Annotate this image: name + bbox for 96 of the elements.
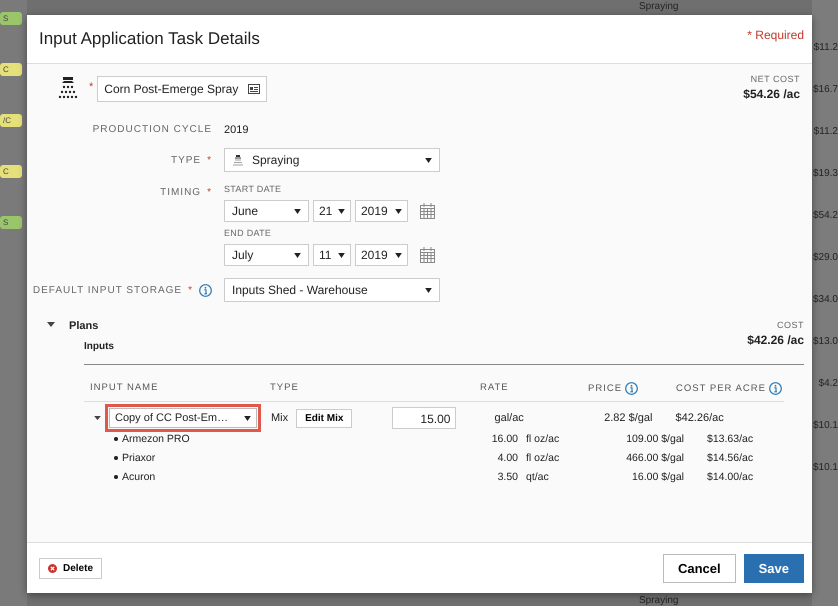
required-mark: * [207, 187, 212, 198]
cost-cell: $14.56/ac [707, 452, 754, 464]
background-text: $16.7 [812, 84, 838, 95]
type-dropdown[interactable]: Spraying [224, 148, 440, 172]
background-text: $19.3 [812, 168, 838, 179]
column-header: INPUT NAME [90, 382, 160, 395]
background-text: $34.0 [812, 294, 838, 305]
year-dropdown[interactable]: 2019 [355, 200, 408, 222]
background-text: Spraying [639, 595, 680, 606]
column-header: PRICE [588, 383, 622, 394]
field-label: DEFAULT INPUT STORAGE [32, 284, 182, 296]
required-mark: * [89, 81, 94, 93]
info-icon[interactable] [768, 382, 782, 395]
close-circle-icon [48, 564, 57, 572]
status-tag: S [0, 216, 22, 229]
bullet-icon [114, 456, 118, 460]
end-date-label: END DATE [224, 228, 272, 238]
caret-icon [294, 208, 301, 214]
unit-cell-text: fl oz/ac [526, 452, 560, 464]
background-text: $54.2 [812, 210, 838, 221]
background-text: $10.1 [812, 420, 838, 431]
card-icon [248, 84, 260, 94]
bullet-icon [114, 436, 118, 440]
day-dropdown[interactable]: 21 [313, 200, 351, 222]
net-cost-value: $54.26 /ac [743, 87, 800, 101]
inputs-heading: Inputs [84, 341, 114, 352]
info-icon[interactable] [199, 284, 212, 296]
required-note: * Required [747, 28, 804, 42]
column-header: COST PER ACRE [676, 383, 766, 394]
field-label: PRODUCTION CYCLE [92, 124, 212, 135]
unit-cell-text: gal/ac [494, 412, 525, 424]
cost-cell: $14.00/ac [707, 470, 754, 482]
caret-icon [338, 252, 345, 258]
task-name-field[interactable]: Corn Post-Emerge Spray [97, 76, 268, 102]
cost-label: COST [776, 320, 804, 330]
status-tag: C [0, 165, 22, 178]
storage-dropdown[interactable]: Inputs Shed - Warehouse [224, 278, 440, 302]
caret-icon [425, 158, 432, 162]
edit-mix-button[interactable]: Edit Mix [296, 408, 352, 428]
calendar-icon[interactable] [420, 247, 435, 263]
plans-heading[interactable]: Plans [69, 320, 98, 332]
bullet-icon [114, 474, 118, 478]
production-cycle-value: 2019 [224, 124, 248, 136]
cost-cell: $13.63/ac [707, 432, 754, 444]
background-text: Spraying [639, 1, 680, 12]
input-name-cell-text: Acuron [122, 470, 156, 482]
price-cell-text: 466.00 $/gal [625, 452, 684, 464]
rate-input[interactable]: 15.00 [392, 407, 456, 429]
required-mark: * [188, 284, 193, 296]
caret-icon [395, 252, 402, 258]
field-label: TIMING [160, 187, 202, 198]
year-dropdown[interactable]: 2019 [355, 244, 408, 266]
status-tag: /C [0, 114, 22, 127]
input-name-cell-text: Armezon PRO [122, 432, 191, 444]
start-date-label: START DATE [224, 184, 282, 194]
rate-cell-text: 16.00 [490, 432, 518, 444]
caret-icon [395, 208, 402, 214]
sprayer-icon [232, 154, 244, 166]
background-text: $11.2 [814, 126, 838, 137]
calendar-icon[interactable] [420, 203, 435, 219]
caret-icon [338, 208, 345, 214]
required-mark: * [207, 154, 212, 166]
delete-button[interactable]: Delete [39, 558, 102, 578]
status-tag: S [0, 12, 22, 25]
caret-icon [294, 252, 301, 258]
net-cost-label: NET COST [750, 74, 800, 84]
background-text: $10.1 [812, 462, 838, 473]
cancel-button[interactable]: Cancel [662, 554, 736, 582]
price-cell-text: 2.82 $/gal [603, 412, 652, 424]
background-text: $11.2 [814, 42, 838, 53]
rate-cell-text: 4.00 [496, 452, 518, 464]
field-label: TYPE [170, 154, 202, 166]
collapse-caret-icon[interactable] [47, 322, 55, 328]
month-dropdown[interactable]: June [224, 200, 309, 222]
price-cell-text: 109.00 $/gal [625, 432, 684, 444]
unit-cell-text: qt/ac [526, 470, 550, 482]
type-cell: Mix [271, 412, 288, 424]
day-dropdown[interactable]: 11 [313, 244, 351, 266]
info-icon[interactable] [625, 382, 638, 395]
caret-icon [244, 416, 251, 420]
month-dropdown[interactable]: July [224, 244, 309, 266]
cost-value: $42.26 /ac [747, 333, 804, 347]
cost-cell: $42.26/ac [675, 412, 724, 424]
status-tag: C [0, 63, 22, 76]
price-cell-text: 16.00 $/gal [631, 470, 684, 482]
background-text: $29.0 [812, 252, 838, 263]
column-header: RATE [479, 382, 510, 395]
column-header: TYPE [270, 382, 300, 395]
rate-cell-text: 3.50 [496, 470, 518, 482]
background-text: $4.2 [818, 378, 838, 389]
caret-icon [425, 288, 432, 292]
background-text: $13.0 [812, 336, 838, 347]
unit-cell-text: fl oz/ac [526, 432, 560, 444]
save-button[interactable]: Save [744, 554, 804, 582]
input-name-cell-text: Priaxor [122, 452, 156, 464]
dialog-title: Input Application Task Details [39, 29, 260, 49]
